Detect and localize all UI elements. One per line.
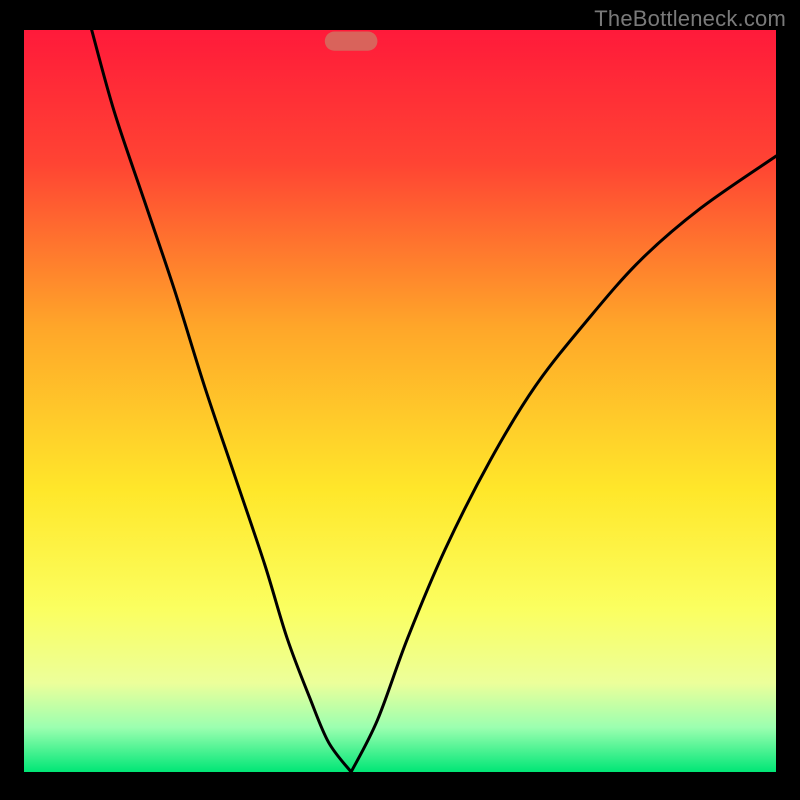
minimum-marker (325, 31, 378, 50)
bottleneck-chart (24, 30, 776, 772)
watermark-text: TheBottleneck.com (594, 6, 786, 32)
chart-svg (24, 30, 776, 772)
